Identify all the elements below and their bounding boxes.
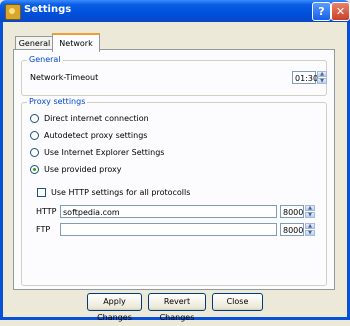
- window-title: Settings: [24, 4, 72, 15]
- general-group-legend: General: [27, 55, 63, 64]
- network-timeout-input[interactable]: 01:30: [292, 71, 318, 84]
- spin-up-icon[interactable]: ▲: [317, 71, 327, 77]
- radio-provided-proxy-label[interactable]: Use provided proxy: [44, 165, 121, 174]
- ftp-port-input[interactable]: 8000: [280, 223, 304, 236]
- radio-direct-connection[interactable]: [30, 114, 39, 123]
- proxy-group-legend: Proxy settings: [27, 97, 88, 106]
- radio-ie-settings[interactable]: [30, 148, 39, 157]
- http-label: HTTP: [36, 207, 57, 216]
- http-for-all-checkbox[interactable]: [37, 188, 46, 197]
- proxy-settings-group: Proxy settings Direct internet connectio…: [21, 97, 327, 286]
- spin-up-icon[interactable]: ▲: [305, 223, 315, 229]
- revert-changes-button[interactable]: Revert Changes: [148, 293, 206, 322]
- radio-autodetect-proxy-label[interactable]: Autodetect proxy settings: [44, 131, 147, 140]
- settings-app-icon: [5, 4, 21, 20]
- title-bar[interactable]: Settings ? ✕: [0, 0, 350, 22]
- ftp-host-input[interactable]: [60, 223, 277, 236]
- ftp-label: FTP: [36, 225, 51, 234]
- spin-down-icon[interactable]: ▼: [305, 230, 315, 236]
- close-window-button[interactable]: ✕: [331, 2, 350, 21]
- network-timeout-spinner[interactable]: ▲ ▼: [317, 71, 327, 84]
- spin-down-icon[interactable]: ▼: [305, 212, 315, 218]
- radio-provided-proxy[interactable]: [30, 165, 39, 174]
- http-port-input[interactable]: 8000: [280, 205, 304, 218]
- http-port-spinner[interactable]: ▲ ▼: [305, 205, 315, 218]
- radio-ie-settings-label[interactable]: Use Internet Explorer Settings: [44, 148, 164, 157]
- tab-network[interactable]: Network: [52, 33, 100, 52]
- network-tab-panel: General Network-Timeout 01:30 ▲ ▼ Proxy …: [13, 49, 335, 290]
- spin-up-icon[interactable]: ▲: [305, 205, 315, 211]
- settings-window: Settings ? ✕ General Network General Net…: [0, 0, 350, 322]
- spin-down-icon[interactable]: ▼: [317, 78, 327, 84]
- general-group: General Network-Timeout 01:30 ▲ ▼: [21, 55, 327, 96]
- http-for-all-label[interactable]: Use HTTP settings for all protocolls: [51, 188, 190, 197]
- radio-autodetect-proxy[interactable]: [30, 131, 39, 140]
- ftp-port-spinner[interactable]: ▲ ▼: [305, 223, 315, 236]
- radio-direct-connection-label[interactable]: Direct internet connection: [44, 114, 149, 123]
- close-button[interactable]: Close: [212, 293, 263, 311]
- network-timeout-label: Network-Timeout: [30, 73, 99, 82]
- help-button[interactable]: ?: [312, 2, 331, 21]
- apply-changes-button[interactable]: Apply Changes: [87, 293, 142, 322]
- window-frame-left: [0, 22, 3, 320]
- http-host-input[interactable]: softpedia.com: [60, 205, 277, 218]
